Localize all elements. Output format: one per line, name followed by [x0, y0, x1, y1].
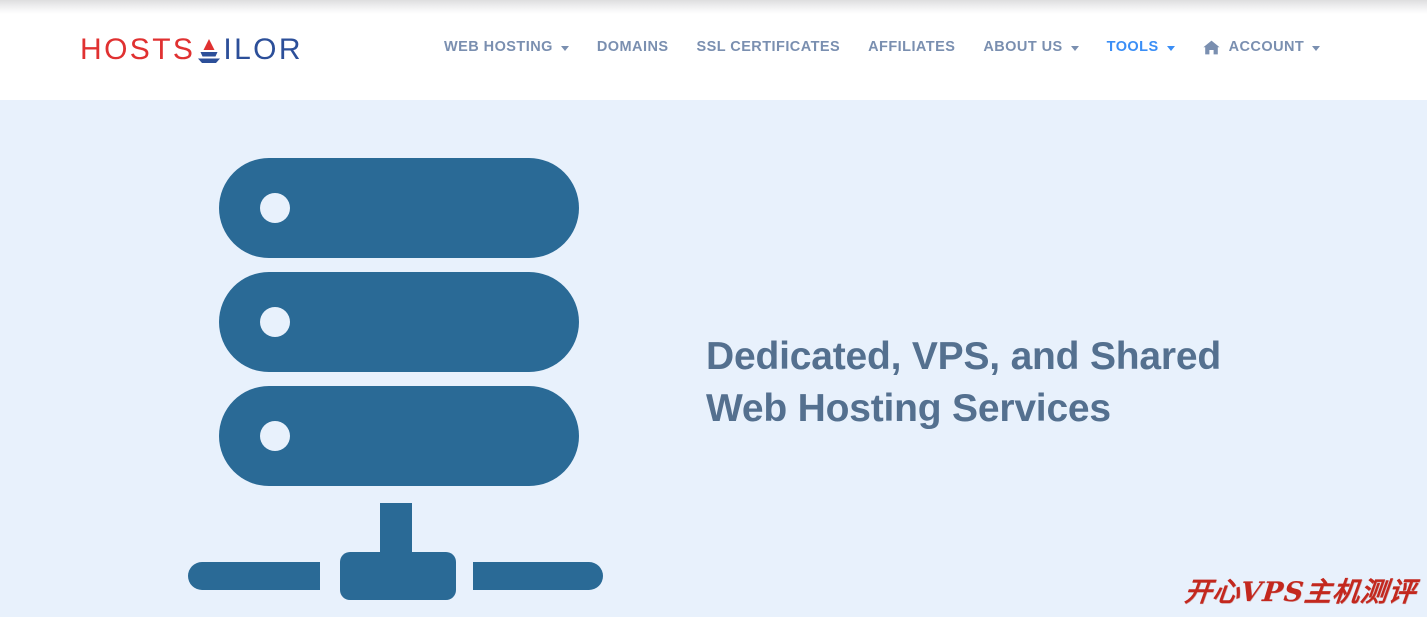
nav-label-ssl-certificates: SSL CERTIFICATES: [696, 39, 841, 55]
watermark-text: 开心VPS主机测评: [1183, 577, 1419, 608]
nav-item-account[interactable]: ACCOUNT: [1189, 39, 1335, 55]
nav-label-domains: DOMAINS: [596, 39, 669, 55]
chevron-down-icon: [1312, 45, 1321, 51]
home-icon: [1202, 40, 1220, 55]
chevron-down-icon: [1070, 45, 1079, 51]
main-navigation: WEB HOSTING DOMAINS SSL CERTIFICATES AFF…: [430, 34, 1334, 60]
hero-section: Dedicated, VPS, and Shared Web Hosting S…: [0, 100, 1427, 617]
nav-item-web-hosting[interactable]: WEB HOSTING: [430, 39, 583, 55]
browser-top-edge: [0, 0, 1427, 14]
hero-heading-line-1: Dedicated, VPS, and Shared: [706, 335, 1221, 379]
nav-item-domains[interactable]: DOMAINS: [583, 39, 683, 55]
nav-item-ssl-certificates[interactable]: SSL CERTIFICATES: [683, 39, 855, 55]
sailboat-icon: [196, 37, 222, 65]
site-header: HOSTS ILOR WEB HOSTING DOMAINS SSL CERTI…: [0, 0, 1427, 100]
logo-text-hosts: HOSTS: [80, 33, 196, 66]
page-title: Dedicated, VPS, and Shared Web Hosting S…: [706, 331, 1266, 435]
nav-item-affiliates[interactable]: AFFILIATES: [854, 39, 969, 55]
nav-item-about-us[interactable]: ABOUT US: [969, 39, 1092, 55]
nav-label-tools: TOOLS: [1106, 39, 1159, 55]
nav-label-affiliates: AFFILIATES: [868, 39, 956, 55]
nav-label-web-hosting: WEB HOSTING: [444, 39, 553, 55]
logo-text-ilor: ILOR: [223, 33, 303, 66]
chevron-down-icon: [560, 45, 569, 51]
nav-item-tools[interactable]: TOOLS: [1093, 39, 1189, 55]
nav-label-account: ACCOUNT: [1228, 39, 1305, 55]
nav-label-about-us: ABOUT US: [983, 39, 1063, 55]
hero-heading-line-2: Web Hosting Services: [706, 386, 1111, 430]
server-rack-illustration: [185, 158, 605, 600]
chevron-down-icon: [1166, 45, 1175, 51]
site-logo[interactable]: HOSTS ILOR: [80, 31, 303, 69]
page-root: Dedicated, VPS, and Shared Web Hosting S…: [0, 0, 1427, 617]
